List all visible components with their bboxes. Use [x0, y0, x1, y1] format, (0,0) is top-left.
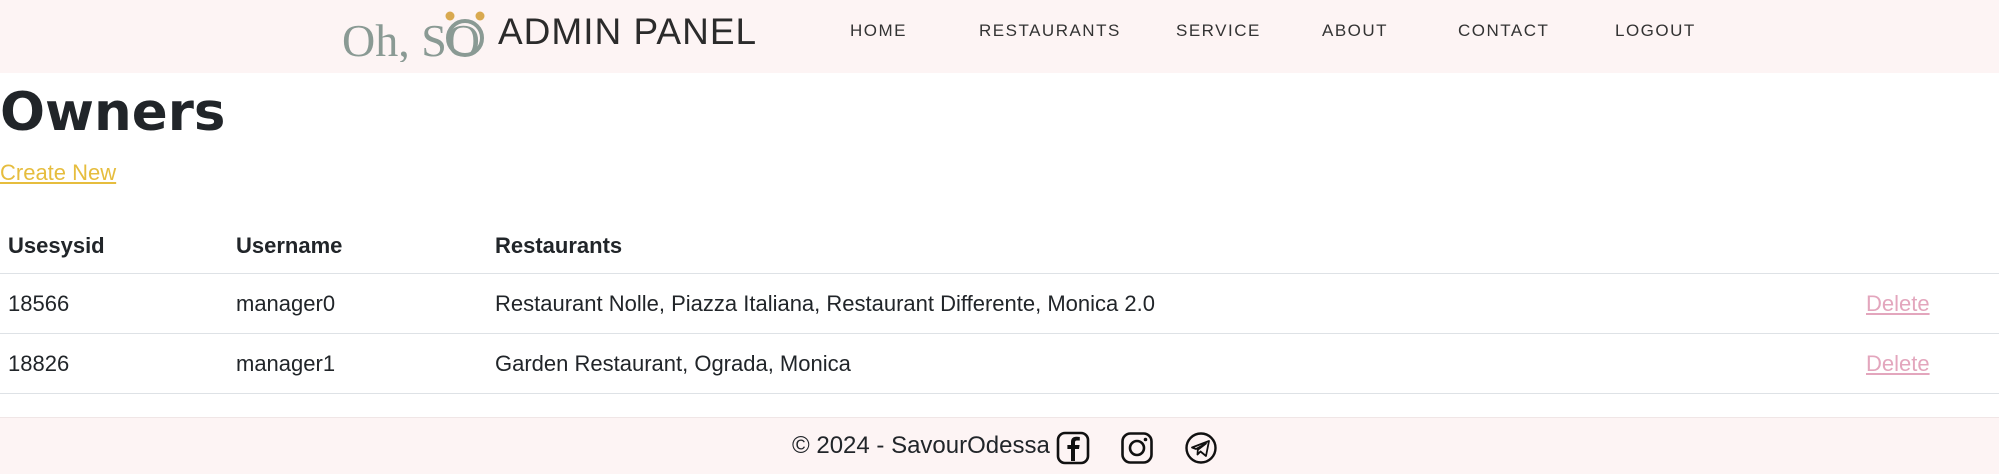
brand-title[interactable]: ADMIN PANEL [498, 10, 757, 54]
nav-home[interactable]: HOME [850, 21, 907, 41]
create-new-link[interactable]: Create New [0, 160, 116, 186]
cell-actions: Delete [1858, 273, 1999, 334]
brand-logo[interactable]: Oh, SO [340, 6, 490, 62]
column-header-actions [1858, 218, 1999, 274]
cell-usesysid: 18826 [0, 333, 228, 394]
nav-about[interactable]: ABOUT [1322, 21, 1388, 41]
cell-username: manager0 [228, 273, 487, 334]
nav-logout[interactable]: LOGOUT [1615, 21, 1696, 41]
cell-restaurants: Restaurant Nolle, Piazza Italiana, Resta… [487, 273, 1858, 334]
column-header-restaurants: Restaurants [487, 218, 1858, 274]
facebook-icon[interactable] [1055, 430, 1091, 466]
logo-text: Oh, SO [342, 15, 480, 62]
cell-actions: Delete [1858, 333, 1999, 394]
copyright-text: © 2024 - SavourOdessa [792, 432, 1050, 459]
delete-link[interactable]: Delete [1866, 351, 1930, 376]
cell-restaurants: Garden Restaurant, Ograda, Monica [487, 333, 1858, 394]
delete-link[interactable]: Delete [1866, 291, 1930, 316]
footer: © 2024 - SavourOdessa [0, 417, 1999, 474]
nav-service[interactable]: SERVICE [1176, 21, 1261, 41]
cell-username: manager1 [228, 333, 487, 394]
nav-restaurants[interactable]: RESTAURANTS [979, 21, 1121, 41]
column-header-usesysid: Usesysid [0, 218, 228, 274]
table-row: 18826 manager1 Garden Restaurant, Ograda… [0, 333, 1999, 394]
cell-usesysid: 18566 [0, 273, 228, 334]
instagram-icon[interactable] [1119, 430, 1155, 466]
top-navbar: Oh, SO ADMIN PANEL HOME RESTAURANTS SERV… [0, 0, 1999, 73]
nav-contact[interactable]: CONTACT [1458, 21, 1549, 41]
table-row: 18566 manager0 Restaurant Nolle, Piazza … [0, 273, 1999, 334]
page-title: Owners [0, 82, 226, 143]
column-header-username: Username [228, 218, 487, 274]
table-header-row: Usesysid Username Restaurants [0, 218, 1999, 274]
owners-table: Usesysid Username Restaurants 18566 mana… [0, 218, 1999, 394]
telegram-icon[interactable] [1183, 430, 1219, 466]
